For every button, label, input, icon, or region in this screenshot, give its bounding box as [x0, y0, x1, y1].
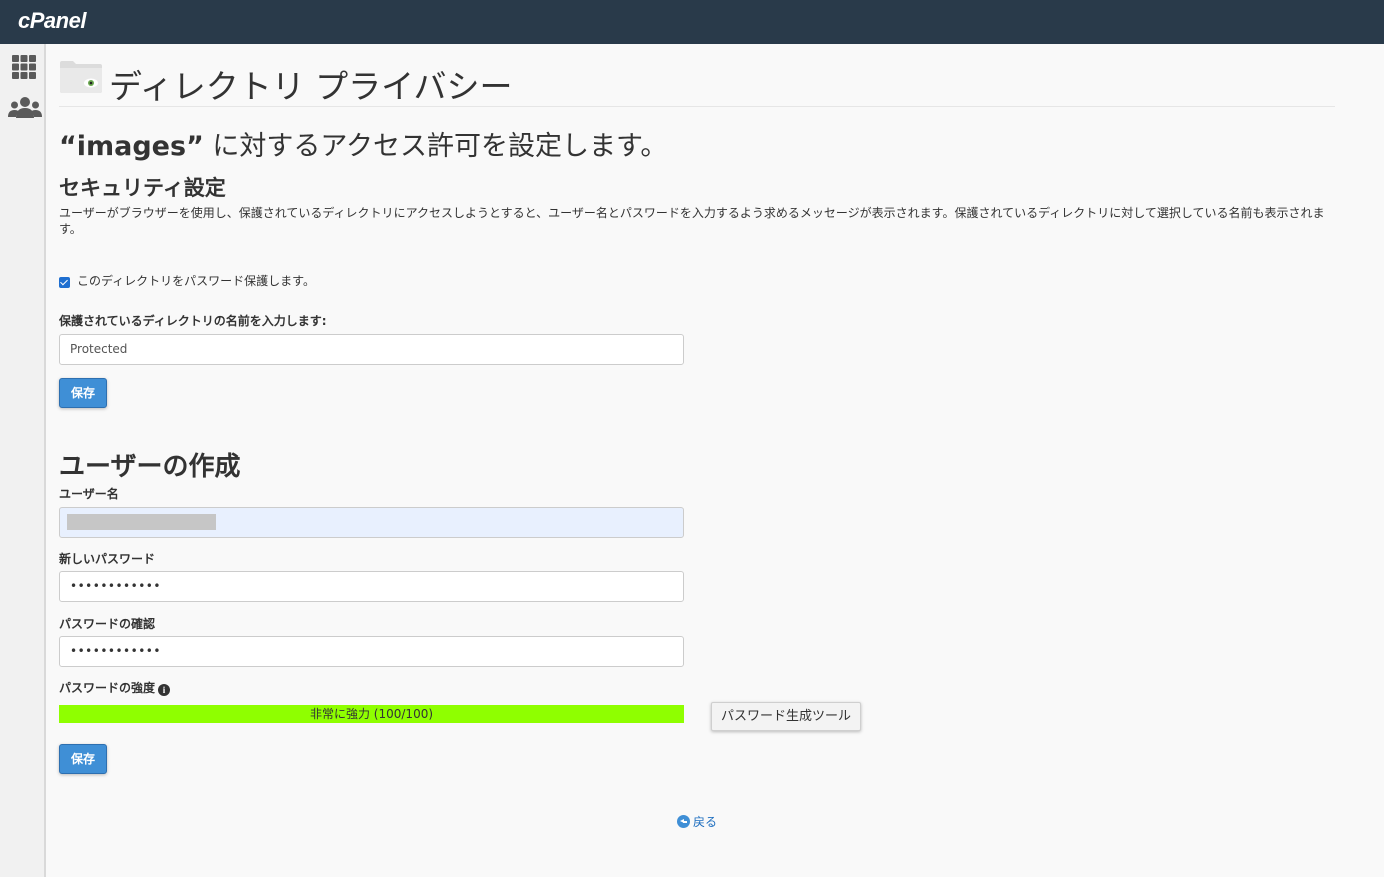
new-password-label: 新しいパスワード [59, 552, 156, 566]
password-strength-text: 非常に強力 (100/100) [309, 707, 434, 721]
create-user-title: ユーザーの作成 [59, 452, 241, 482]
back-link[interactable]: 戻る [677, 813, 717, 830]
new-password-input[interactable]: •••••••••••• [59, 571, 684, 602]
protect-checkbox-label: このディレクトリをパスワード保護します。 [77, 274, 315, 288]
password-strength-meter: 非常に強力 (100/100) [59, 705, 684, 723]
confirm-password-label: パスワードの確認 [59, 617, 156, 631]
password-strength-label: パスワードの強度 i [59, 679, 171, 696]
back-link-label: 戻る [693, 815, 718, 829]
access-heading-suffix: に対するアクセス許可を設定します。 [203, 131, 668, 162]
redacted-username [67, 514, 216, 530]
top-bar: cPanel [0, 0, 1384, 44]
username-input[interactable] [59, 507, 684, 538]
access-heading: “images” に対するアクセス許可を設定します。 [59, 124, 667, 163]
password-strength-label-text: パスワードの強度 [59, 681, 156, 695]
save-security-button[interactable]: 保存 [59, 378, 107, 408]
password-generator-button[interactable]: パスワード生成ツール [711, 702, 861, 731]
page-title: ディレクトリ プライバシー [109, 67, 513, 106]
protect-checkbox-row[interactable]: このディレクトリをパスワード保護します。 [59, 272, 315, 289]
info-icon[interactable]: i [158, 684, 171, 696]
save-user-button[interactable]: 保存 [59, 744, 107, 774]
protect-checkbox[interactable] [59, 276, 70, 288]
protected-name-label: 保護されているディレクトリの名前を入力します: [59, 314, 327, 328]
cpanel-logo[interactable]: cPanel [18, 8, 86, 34]
apps-grid-icon[interactable] [10, 54, 38, 82]
users-icon[interactable] [8, 96, 42, 124]
directory-name: “images” [59, 131, 204, 162]
protected-name-input[interactable]: Protected [59, 334, 684, 365]
sidebar [0, 44, 46, 877]
page-header: ディレクトリ プライバシー [59, 58, 1335, 107]
folder-eye-icon [59, 60, 103, 94]
security-description: ユーザーがブラウザーを使用し、保護されているディレクトリにアクセスしようとすると… [59, 206, 1325, 236]
confirm-password-input[interactable]: •••••••••••• [59, 636, 684, 667]
security-settings-title: セキュリティ設定 [59, 176, 226, 200]
arrow-left-circle-icon [677, 815, 690, 828]
username-label: ユーザー名 [59, 487, 119, 501]
